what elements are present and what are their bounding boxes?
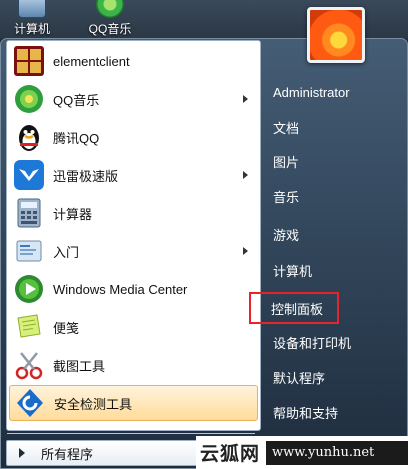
right-item-computer[interactable]: 计算机: [267, 255, 403, 285]
sticky-notes-icon: [17, 314, 41, 338]
right-item-label: 图片: [273, 154, 300, 170]
program-snipping-tool[interactable]: 截图工具: [9, 347, 258, 383]
program-getting-started[interactable]: 入门: [9, 233, 258, 269]
submenu-arrow-icon[interactable]: [243, 247, 248, 255]
right-item-music[interactable]: 音乐: [267, 181, 403, 211]
desktop-icon-label: 计算机: [13, 22, 50, 36]
right-item-devices-printers[interactable]: 设备和打印机: [267, 327, 403, 357]
program-calculator[interactable]: 计算器: [9, 195, 258, 231]
user-avatar[interactable]: [307, 7, 365, 63]
program-tencent-qq[interactable]: 腾讯QQ: [9, 119, 258, 155]
qq-penguin-icon: [19, 125, 39, 151]
program-label: 安全检测工具: [54, 396, 133, 412]
right-item-label: 音乐: [273, 189, 300, 205]
program-label: 迅雷极速版: [53, 168, 119, 184]
right-item-label: 设备和打印机: [273, 335, 352, 351]
right-item-control-panel[interactable]: 控制面板: [249, 292, 339, 324]
qq-music-icon: [96, 0, 124, 18]
program-security-tool[interactable]: 安全检测工具: [9, 385, 258, 421]
start-menu: elementclient QQ音乐 腾讯QQ 迅雷极速版 计算器 入门 Win…: [0, 7, 408, 469]
right-item-label: Administrator: [273, 84, 350, 100]
submenu-arrow-icon[interactable]: [243, 95, 248, 103]
submenu-arrow-icon[interactable]: [243, 171, 248, 179]
divider: [7, 433, 255, 434]
all-programs-label: 所有程序: [41, 446, 94, 462]
watermark-url: www.yunhu.net: [266, 440, 408, 465]
program-label: 截图工具: [53, 358, 106, 374]
right-item-label: 游戏: [273, 227, 300, 243]
right-item-default-programs[interactable]: 默认程序: [267, 362, 403, 392]
program-label: 入门: [53, 244, 80, 260]
program-label: elementclient: [53, 53, 130, 69]
right-item-administrator[interactable]: Administrator: [267, 77, 403, 107]
watermark-site-name: 云狐网: [200, 444, 261, 465]
program-label: 腾讯QQ: [53, 130, 100, 146]
program-sticky-notes[interactable]: 便笺: [9, 309, 258, 345]
right-item-label: 默认程序: [273, 370, 326, 386]
right-item-label: 计算机: [273, 263, 313, 279]
program-label: Windows Media Center: [53, 281, 188, 297]
right-item-games[interactable]: 游戏: [267, 219, 403, 249]
program-label: QQ音乐: [53, 92, 100, 108]
right-item-help-support[interactable]: 帮助和支持: [267, 397, 403, 427]
snipping-tool-icon: [15, 352, 43, 380]
right-item-label: 控制面板: [271, 301, 324, 317]
security-tool-icon: [17, 389, 43, 417]
program-elementclient[interactable]: elementclient: [9, 43, 258, 79]
watermark: 云狐网 www.yunhu.net: [196, 436, 408, 469]
program-list: elementclient QQ音乐 腾讯QQ 迅雷极速版 计算器 入门 Win…: [6, 40, 261, 431]
program-qq-music[interactable]: QQ音乐: [9, 81, 258, 117]
program-windows-media-center[interactable]: Windows Media Center: [9, 271, 258, 307]
media-center-icon: [15, 275, 43, 303]
computer-icon: [18, 0, 46, 18]
program-label: 计算器: [53, 206, 93, 222]
desktop-icon-computer[interactable]: 计算机: [2, 0, 62, 36]
desktop-icon-label: QQ音乐: [88, 22, 132, 36]
calculator-icon: [17, 198, 41, 228]
program-label: 便笺: [53, 320, 80, 336]
desktop-icon-qq-music[interactable]: QQ音乐: [80, 0, 140, 36]
triangle-right-icon: [19, 448, 25, 458]
elementclient-icon: [14, 46, 44, 76]
right-item-pictures[interactable]: 图片: [267, 146, 403, 176]
right-item-label: 文档: [273, 120, 300, 136]
right-item-documents[interactable]: 文档: [267, 112, 403, 142]
getting-started-icon: [16, 240, 42, 262]
program-xunlei[interactable]: 迅雷极速版: [9, 157, 258, 193]
qq-music-icon: [15, 85, 43, 113]
xunlei-icon: [14, 160, 44, 190]
right-item-label: 帮助和支持: [273, 405, 339, 421]
